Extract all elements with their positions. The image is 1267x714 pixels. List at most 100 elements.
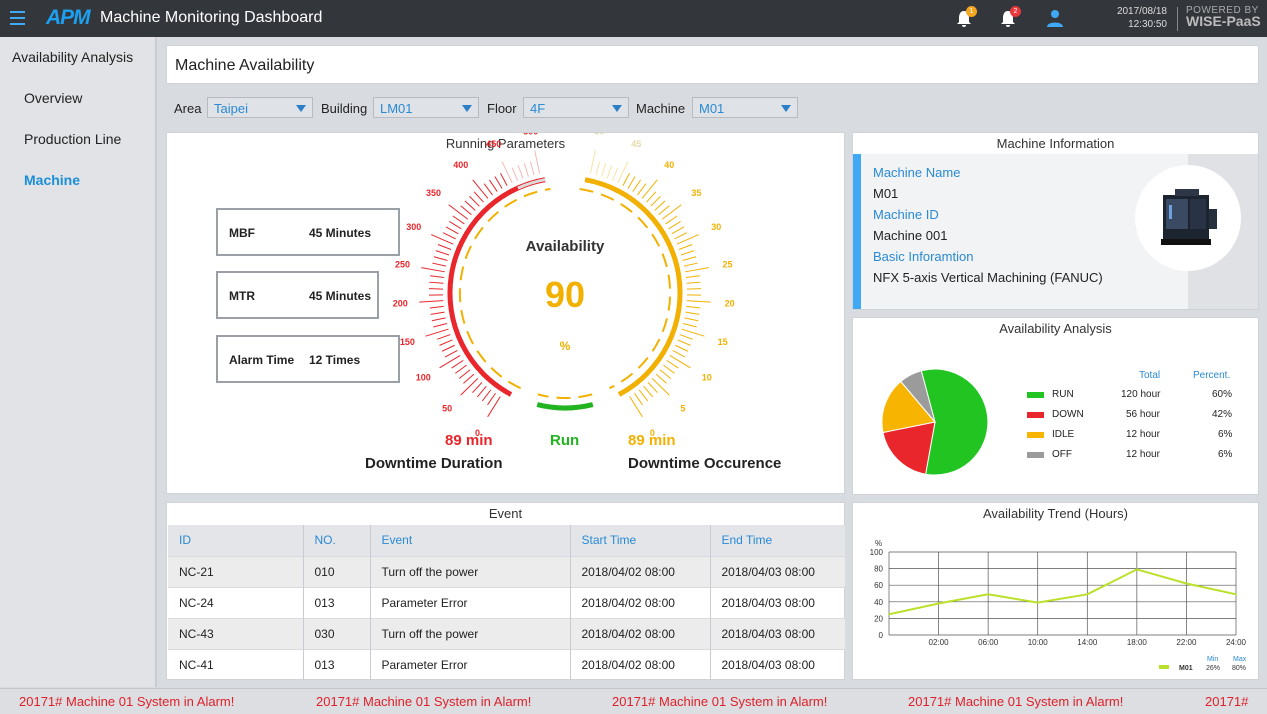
metric-mtr: MTR 45 Minutes [216, 271, 379, 319]
gauge-tick [458, 369, 471, 379]
metric-mbf: MBF 45 Minutes [216, 208, 400, 256]
alarm-message[interactable]: 20171# [1205, 694, 1248, 709]
floor-select[interactable]: 4F [523, 97, 629, 118]
notification-badge: 1 [966, 6, 977, 17]
gauge-tick [641, 179, 658, 199]
sidebar-item-production-line[interactable]: Production Line [24, 131, 121, 147]
page-title: Machine Availability [175, 57, 315, 74]
gauge-tick [481, 389, 492, 402]
machine-select[interactable]: M01 [692, 97, 798, 118]
gauge-tick [442, 232, 456, 240]
divider [1177, 7, 1178, 31]
time-text: 12:30:50 [1128, 19, 1167, 30]
gauge-tick [681, 328, 705, 337]
cell-end-time: 2018/04/03 08:00 [710, 617, 845, 649]
gauge-tick [680, 250, 695, 256]
gauge-tick [534, 150, 541, 174]
gauge-tick [647, 382, 658, 393]
area-select-value: Taipei [214, 101, 248, 116]
alarm-message[interactable]: 20171# Machine 01 System in Alarm! [316, 694, 531, 709]
machine-name-value: M01 [873, 186, 899, 201]
legend-name: IDLE [1052, 429, 1075, 440]
user-icon[interactable] [1046, 9, 1064, 27]
area-select[interactable]: Taipei [207, 97, 313, 118]
legend-min-value: 26% [1206, 665, 1220, 672]
gauge-tick [672, 349, 686, 358]
gauge-scale-label: 350 [426, 188, 441, 198]
y-axis-unit: % [875, 539, 882, 548]
gauge-scale-label: 40 [664, 160, 674, 170]
alarm-message[interactable]: 20171# Machine 01 System in Alarm! [19, 694, 234, 709]
basic-info-value: NFX 5-axis Vertical Machining (FANUC) [873, 270, 1103, 285]
gauge-scale-label: 150 [400, 337, 415, 347]
gauge-tick [421, 267, 445, 273]
chart-title: Availability Trend (Hours) [983, 506, 1128, 521]
run-status: Run [550, 432, 580, 449]
building-select-value: LM01 [380, 101, 413, 116]
gauge-tick [419, 300, 444, 303]
gauge-tick [487, 396, 501, 418]
gauge-tick [651, 378, 670, 396]
metric-value: 12 Times [309, 353, 361, 367]
col-header-start-time[interactable]: Start Time [570, 525, 711, 556]
sidebar-heading[interactable]: Availability Analysis [12, 49, 133, 65]
gauge-tick [684, 317, 699, 322]
table-row[interactable]: NC-24 013 Parameter Error 2018/04/02 08:… [168, 586, 845, 618]
gauge-tick [685, 311, 700, 315]
gauge-tick [452, 215, 465, 225]
gauge-tick [455, 364, 467, 374]
notification-bell-icon[interactable]: 1 [955, 6, 977, 29]
gauge-tick [489, 179, 498, 192]
x-tick-label: 06:00 [978, 638, 999, 647]
availability-analysis-panel: Availability Analysis Total Percent. RUN… [852, 317, 1259, 495]
gauge-tick [629, 396, 643, 418]
gauge-scale-label: 10 [702, 372, 712, 382]
alarm-message[interactable]: 20171# Machine 01 System in Alarm! [612, 694, 827, 709]
table-row[interactable]: NC-41 013 Parameter Error 2018/04/02 08:… [168, 648, 845, 680]
col-header-end-time[interactable]: End Time [710, 525, 845, 556]
sidebar-item-overview[interactable]: Overview [24, 90, 82, 106]
building-label: Building [321, 101, 368, 116]
y-tick-label: 60 [874, 581, 883, 590]
legend-total: 12 hour [1126, 429, 1160, 440]
gauge-tick [659, 369, 672, 379]
legend-name: OFF [1052, 449, 1072, 460]
metric-key: Alarm Time [229, 353, 295, 367]
gauge-tick [487, 392, 496, 406]
gauge-tick [431, 317, 446, 322]
gauge-scale-label: 25 [722, 259, 732, 269]
cell-end-time: 2018/04/03 08:00 [710, 586, 845, 618]
menu-icon[interactable] [10, 11, 25, 25]
legend-total: 56 hour [1126, 409, 1160, 420]
col-header-id[interactable]: ID [168, 525, 304, 556]
legend-swatch [1027, 452, 1044, 458]
metric-key: MTR [229, 289, 255, 303]
gauge-tick [460, 378, 479, 396]
panel-title: Event [488, 506, 523, 521]
col-header-event[interactable]: Event [370, 525, 571, 556]
gauge-scale-label: 250 [395, 259, 410, 269]
legend-row-run: RUN 120 hour 60% [853, 389, 1258, 401]
legend-swatch [1027, 392, 1044, 398]
table-row[interactable]: NC-21 010 Turn off the power 2018/04/02 … [168, 555, 845, 587]
app-logo: APM [46, 6, 91, 29]
building-select[interactable]: LM01 [373, 97, 479, 118]
gauge-tick [436, 334, 451, 340]
legend-total: 12 hour [1126, 449, 1160, 460]
gauge-scale-label: 500 [523, 133, 538, 137]
cell-start-time: 2018/04/02 08:00 [570, 648, 711, 680]
legend-row-off: OFF 12 hour 6% [853, 449, 1258, 461]
sidebar-item-machine[interactable]: Machine [24, 172, 80, 188]
col-header-no[interactable]: NO. [303, 525, 371, 556]
table-row[interactable]: NC-43 030 Turn off the power 2018/04/02 … [168, 617, 845, 649]
accent-bar [853, 154, 861, 309]
alarm-bell-icon[interactable]: 2 [999, 6, 1021, 29]
gauge-tick [638, 389, 649, 402]
machine-id-value: Machine 001 [873, 228, 948, 243]
datetime: 2017/08/18 12:30:50 [1100, 5, 1167, 31]
legend-percent: 42% [1212, 409, 1233, 420]
gauge-unit: % [559, 339, 571, 353]
gauge-scale-label: 35 [691, 188, 701, 198]
legend-percent: 6% [1218, 429, 1233, 440]
alarm-message[interactable]: 20171# Machine 01 System in Alarm! [908, 694, 1123, 709]
